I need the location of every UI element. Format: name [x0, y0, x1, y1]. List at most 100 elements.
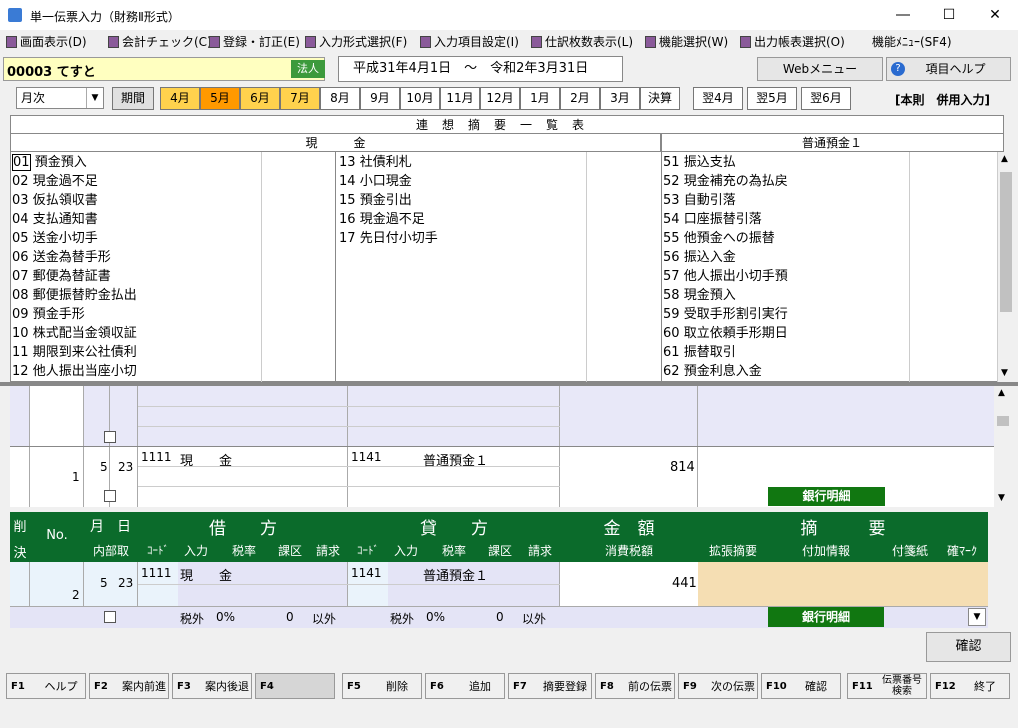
period-type-select[interactable]: 月次 ▼ — [16, 87, 104, 109]
fkey-f12[interactable]: F12 終了 — [930, 673, 1010, 699]
scroll-up-icon[interactable]: ▲ — [1001, 154, 1008, 164]
entry1-month[interactable]: 5 — [100, 460, 108, 474]
menu-display[interactable]: 画面表示(D) — [6, 33, 87, 50]
cash-summary-item[interactable]: 14 小口現金 — [339, 172, 438, 191]
summary-list-scrollbar[interactable]: ▲ ▼ — [997, 152, 1014, 382]
cash-summary-item[interactable]: 06 送金為替手形 — [12, 248, 137, 267]
web-menu-button[interactable]: Webメニュー — [757, 57, 883, 81]
scroll-down-icon[interactable]: ▼ — [998, 493, 1005, 503]
month-button-4[interactable]: 4月 — [160, 87, 200, 110]
grid-scrollbar[interactable]: ▲ ▼ — [994, 386, 1011, 507]
internal-checkbox[interactable] — [104, 431, 116, 443]
month-button-6[interactable]: 6月 — [240, 87, 280, 110]
entry2-credit-tax[interactable]: 税外 — [390, 610, 414, 627]
entry2-debit-rate[interactable]: 0% — [216, 610, 235, 624]
bank-summary-item[interactable]: 52 現金補充の為払戻 — [663, 172, 788, 191]
fkey-f6[interactable]: F6 追加 — [425, 673, 505, 699]
menu-register[interactable]: 登録・訂正(E) — [209, 33, 300, 50]
cash-summary-item[interactable]: 10 株式配当金領収証 — [12, 324, 137, 343]
month-button-1[interactable]: 1月 — [520, 87, 560, 110]
menu-function-menu[interactable]: 機能ﾒﾆｭｰ(SF4) — [872, 33, 952, 50]
month-button-2[interactable]: 2月 — [560, 87, 600, 110]
close-button[interactable]: ✕ — [972, 0, 1018, 30]
cash-summary-item[interactable]: 05 送金小切手 — [12, 229, 137, 248]
bank-summary-item[interactable]: 57 他人振出小切手預 — [663, 267, 788, 286]
confirm-button[interactable]: 確認 — [926, 632, 1011, 662]
cash-summary-item[interactable]: 02 現金過不足 — [12, 172, 137, 191]
fkey-f10[interactable]: F10 確認 — [761, 673, 841, 699]
chevron-down-icon[interactable]: ▼ — [968, 608, 986, 626]
cash-summary-item[interactable]: 01 預金預入 — [12, 153, 137, 172]
entry2-debit-name[interactable]: 現 金 — [180, 565, 232, 584]
entry2-credit-kaku[interactable]: 0 — [496, 610, 504, 624]
chevron-down-icon[interactable]: ▼ — [86, 88, 103, 108]
bank-summary-item[interactable]: 61 振替取引 — [663, 343, 788, 362]
menu-input-format[interactable]: 入力形式選択(F) — [305, 33, 407, 50]
month-button-next-5[interactable]: 翌5月 — [747, 87, 797, 110]
bank-summary-item[interactable]: 58 現金預入 — [663, 286, 788, 305]
menu-function[interactable]: 機能選択(W) — [645, 33, 728, 50]
summary-cell[interactable] — [698, 562, 988, 606]
entry2-credit-seikyu[interactable]: 以外 — [522, 610, 546, 627]
cash-summary-item[interactable]: 04 支払通知書 — [12, 210, 137, 229]
fkey-f5[interactable]: F5 削除 — [342, 673, 422, 699]
entry1-credit-name[interactable]: 普通預金１ — [423, 450, 488, 469]
entry2-debit-seikyu[interactable]: 以外 — [312, 610, 336, 627]
entry1-debit-code[interactable]: 1111 — [141, 450, 172, 464]
fkey-f1[interactable]: F1 ヘルプ — [6, 673, 86, 699]
cash-summary-item[interactable]: 17 先日付小切手 — [339, 229, 438, 248]
entry2-amount[interactable]: 441 — [672, 576, 697, 591]
bank-summary-item[interactable]: 54 口座振替引落 — [663, 210, 788, 229]
entry2-credit-code[interactable]: 1141 — [351, 566, 382, 580]
cash-summary-item[interactable]: 12 他人振出当座小切 — [12, 362, 137, 381]
entry1-credit-code[interactable]: 1141 — [351, 450, 382, 464]
item-help-button[interactable]: ? 項目ヘルプ — [886, 57, 1011, 81]
fkey-f4[interactable]: F4 — [255, 673, 335, 699]
cash-summary-item[interactable]: 15 預金引出 — [339, 191, 438, 210]
month-button-8[interactable]: 8月 — [320, 87, 360, 110]
bank-detail-button[interactable]: 銀行明細 — [768, 487, 885, 506]
cash-summary-item[interactable]: 07 郵便為替証書 — [12, 267, 137, 286]
month-button-5[interactable]: 5月 — [200, 87, 240, 110]
entry2-debit-tax[interactable]: 税外 — [180, 610, 204, 627]
cash-summary-item[interactable]: 13 社債利札 — [339, 153, 438, 172]
entry2-debit-code[interactable]: 1111 — [141, 566, 172, 580]
cash-summary-item[interactable]: 03 仮払領収書 — [12, 191, 137, 210]
month-button-closing[interactable]: 決算 — [640, 87, 680, 110]
entry1-amount[interactable]: 814 — [670, 460, 695, 475]
menu-input-items[interactable]: 入力項目設定(I) — [420, 33, 519, 50]
month-button-3[interactable]: 3月 — [600, 87, 640, 110]
entry2-credit-name[interactable]: 普通預金１ — [423, 565, 488, 584]
cash-summary-item[interactable]: 08 郵便振替貯金払出 — [12, 286, 137, 305]
maximize-button[interactable]: ☐ — [926, 0, 972, 30]
fkey-f7[interactable]: F7 摘要登録 — [508, 673, 592, 699]
entry1-debit-name[interactable]: 現 金 — [180, 450, 232, 469]
fkey-f8[interactable]: F8 前の伝票 — [595, 673, 675, 699]
fkey-f11[interactable]: F11 伝票番号検索 — [847, 673, 927, 699]
month-button-11[interactable]: 11月 — [440, 87, 480, 110]
fkey-f2[interactable]: F2 案内前進 — [89, 673, 169, 699]
month-button-12[interactable]: 12月 — [480, 87, 520, 110]
internal-checkbox[interactable] — [104, 490, 116, 502]
menu-slip-count[interactable]: 仕訳枚数表示(L) — [531, 33, 633, 50]
scroll-up-icon[interactable]: ▲ — [998, 388, 1005, 398]
bank-summary-item[interactable]: 51 振込支払 — [663, 153, 788, 172]
bank-summary-item[interactable]: 53 自動引落 — [663, 191, 788, 210]
bank-summary-item[interactable]: 62 預金利息入金 — [663, 362, 788, 381]
fkey-f3[interactable]: F3 案内後退 — [172, 673, 252, 699]
scrollbar-thumb[interactable] — [997, 416, 1009, 426]
bank-summary-item[interactable]: 55 他預金への振替 — [663, 229, 788, 248]
entry2-debit-kaku[interactable]: 0 — [286, 610, 294, 624]
cash-summary-item[interactable]: 16 現金過不足 — [339, 210, 438, 229]
bank-detail-button[interactable]: 銀行明細 — [768, 607, 884, 627]
month-button-next-4[interactable]: 翌4月 — [693, 87, 743, 110]
scroll-down-icon[interactable]: ▼ — [1001, 368, 1008, 378]
scrollbar-thumb[interactable] — [1000, 172, 1012, 312]
menu-output[interactable]: 出力帳表選択(O) — [740, 33, 845, 50]
month-button-7[interactable]: 7月 — [280, 87, 320, 110]
internal-checkbox[interactable] — [104, 611, 116, 623]
cash-summary-item[interactable]: 11 期限到来公社債利 — [12, 343, 137, 362]
month-button-10[interactable]: 10月 — [400, 87, 440, 110]
menu-check[interactable]: 会計チェック(C) — [108, 33, 212, 50]
bank-summary-item[interactable]: 59 受取手形割引実行 — [663, 305, 788, 324]
